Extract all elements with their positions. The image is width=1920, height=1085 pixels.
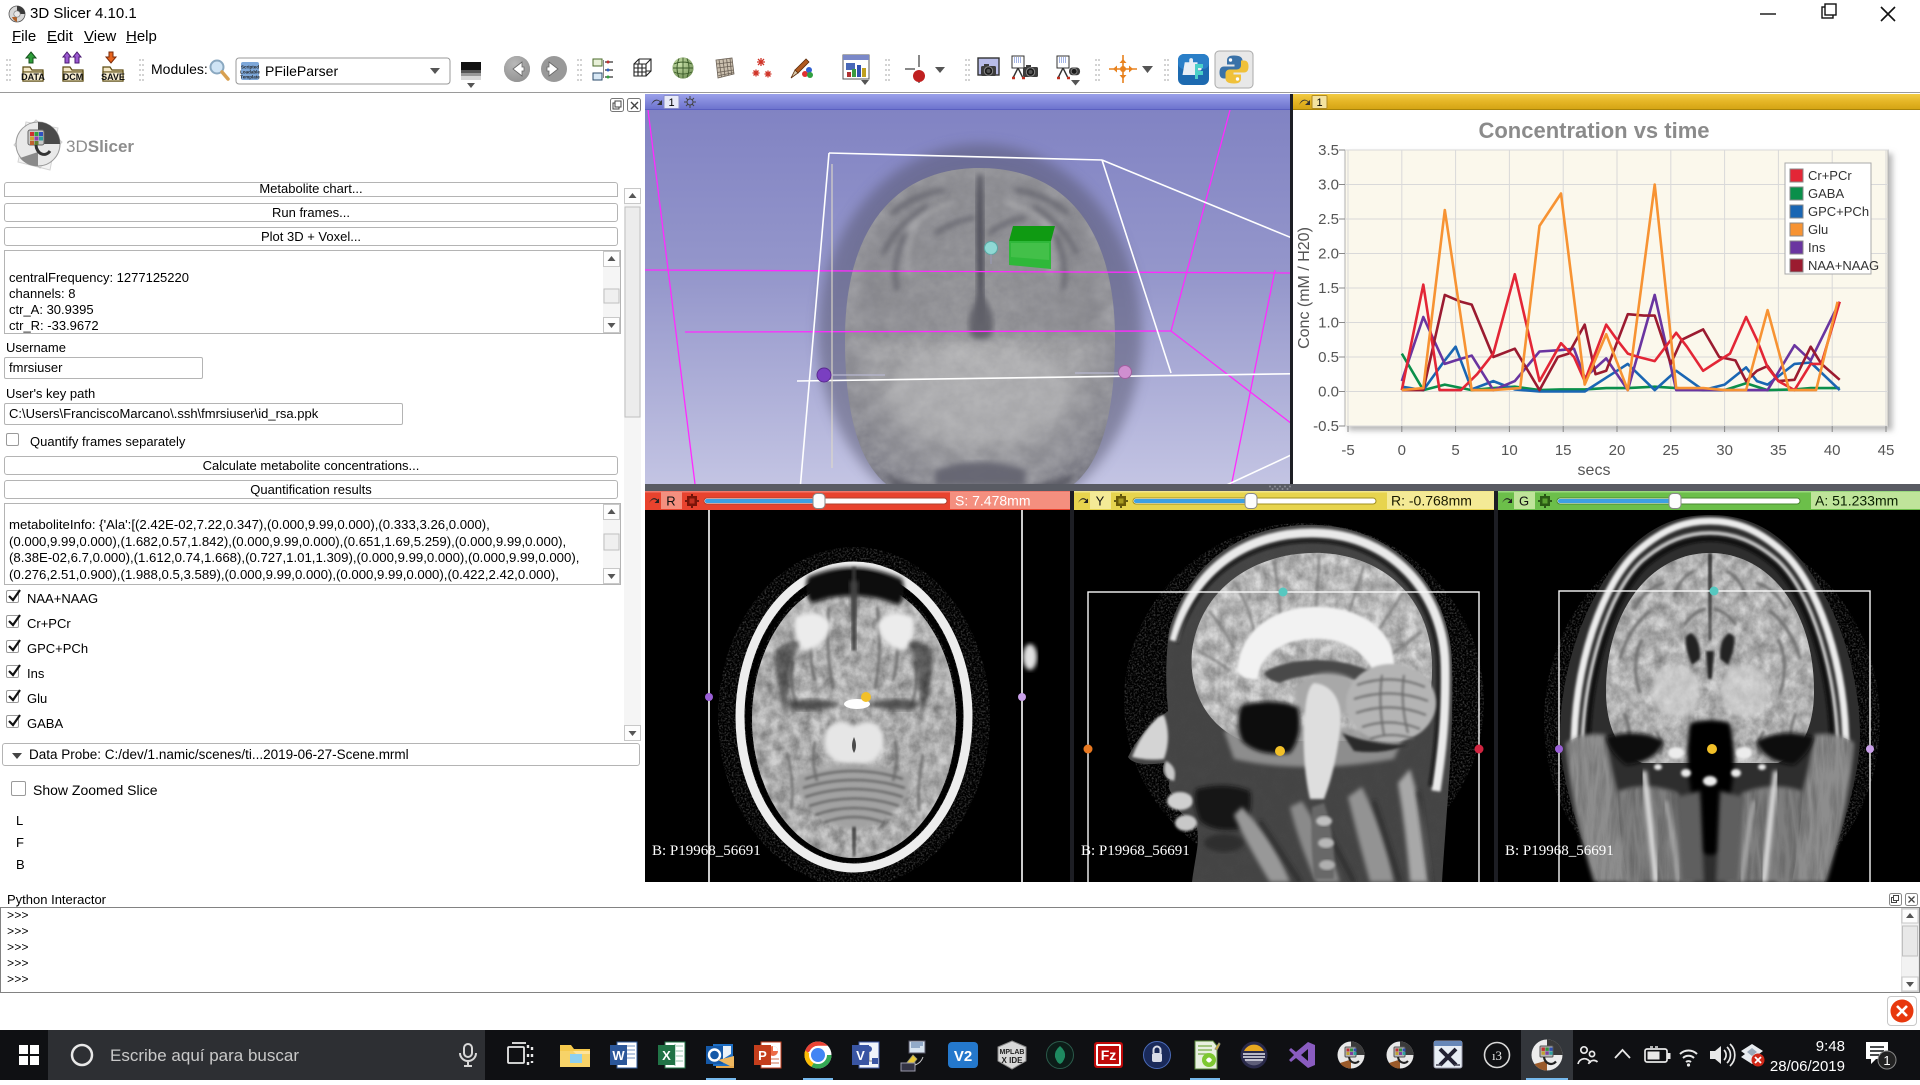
svg-text:1.0: 1.0 bbox=[1318, 315, 1339, 332]
svg-text:9:48: 9:48 bbox=[1816, 1038, 1845, 1055]
svg-text:Template: Template bbox=[240, 75, 260, 80]
svg-text:Fz: Fz bbox=[1101, 1047, 1117, 1063]
svg-text:MPLAB: MPLAB bbox=[1000, 1049, 1025, 1056]
svg-text:Glu: Glu bbox=[1808, 222, 1828, 237]
svg-text:X: X bbox=[662, 1048, 671, 1063]
svg-text:25: 25 bbox=[1662, 442, 1679, 459]
svg-text:Concentration vs time: Concentration vs time bbox=[1478, 118, 1709, 143]
svg-text:1: 1 bbox=[668, 97, 674, 109]
svg-text:B: P19968_56691: B: P19968_56691 bbox=[652, 843, 761, 859]
svg-text:Conc (mM / H20): Conc (mM / H20) bbox=[1296, 227, 1313, 349]
svg-text:0.0: 0.0 bbox=[1318, 384, 1339, 401]
svg-text:V2: V2 bbox=[954, 1048, 972, 1065]
svg-text:GPC+PCh: GPC+PCh bbox=[1808, 204, 1869, 219]
svg-text:X IDE: X IDE bbox=[1002, 1056, 1024, 1065]
svg-text:45: 45 bbox=[1878, 442, 1895, 459]
svg-text:1: 1 bbox=[1316, 97, 1322, 109]
svg-text:1.5: 1.5 bbox=[1318, 280, 1339, 297]
svg-text:-5: -5 bbox=[1341, 442, 1354, 459]
svg-text:40: 40 bbox=[1824, 442, 1841, 459]
svg-text:2.5: 2.5 bbox=[1318, 211, 1339, 228]
svg-text:0.5: 0.5 bbox=[1318, 349, 1339, 366]
svg-text:B: P19968_56691: B: P19968_56691 bbox=[1505, 843, 1614, 859]
svg-text:Cr+PCr: Cr+PCr bbox=[1808, 168, 1852, 183]
svg-text:2.0: 2.0 bbox=[1318, 246, 1339, 263]
svg-text:SAVE: SAVE bbox=[101, 72, 125, 82]
svg-text:DATA: DATA bbox=[21, 72, 45, 82]
svg-text:R: R bbox=[666, 494, 675, 509]
svg-text:R: -0.768mm: R: -0.768mm bbox=[1391, 493, 1472, 509]
svg-text:B: P19968_56691: B: P19968_56691 bbox=[1081, 843, 1190, 859]
svg-text:20: 20 bbox=[1609, 442, 1626, 459]
svg-text:A: 51.233mm: A: 51.233mm bbox=[1815, 493, 1898, 509]
svg-text:GABA: GABA bbox=[1808, 186, 1844, 201]
svg-text:3.0: 3.0 bbox=[1318, 177, 1339, 194]
svg-text:10: 10 bbox=[1501, 442, 1518, 459]
svg-text:3DSlicer: 3DSlicer bbox=[66, 137, 134, 156]
svg-text:28/06/2019: 28/06/2019 bbox=[1770, 1058, 1845, 1075]
svg-text:V: V bbox=[856, 1048, 865, 1063]
svg-text:NAA+NAAG: NAA+NAAG bbox=[1808, 258, 1879, 273]
svg-text:S: 7.478mm: S: 7.478mm bbox=[955, 493, 1030, 509]
svg-text:15: 15 bbox=[1555, 442, 1572, 459]
svg-text:1: 1 bbox=[1883, 1053, 1890, 1068]
svg-text:G: G bbox=[1519, 494, 1529, 509]
svg-text:P: P bbox=[758, 1048, 767, 1063]
svg-text:secs: secs bbox=[1578, 462, 1611, 479]
svg-text:W: W bbox=[612, 1048, 625, 1063]
svg-text:0: 0 bbox=[1398, 442, 1406, 459]
svg-text:Ins: Ins bbox=[1808, 240, 1826, 255]
svg-text:DCM: DCM bbox=[63, 72, 84, 82]
svg-text:30: 30 bbox=[1716, 442, 1733, 459]
svg-text:Modules:: Modules: bbox=[151, 61, 208, 77]
svg-text:3.5: 3.5 bbox=[1318, 142, 1339, 159]
svg-text:PFileParser: PFileParser bbox=[265, 63, 338, 79]
svg-text:Y: Y bbox=[1096, 494, 1105, 509]
svg-text:Escribe aquí para buscar: Escribe aquí para buscar bbox=[110, 1046, 299, 1065]
svg-text:5: 5 bbox=[1451, 442, 1459, 459]
svg-text:-0.5: -0.5 bbox=[1313, 418, 1339, 435]
svg-text:35: 35 bbox=[1770, 442, 1787, 459]
svg-text:ı3: ı3 bbox=[1492, 1048, 1502, 1063]
